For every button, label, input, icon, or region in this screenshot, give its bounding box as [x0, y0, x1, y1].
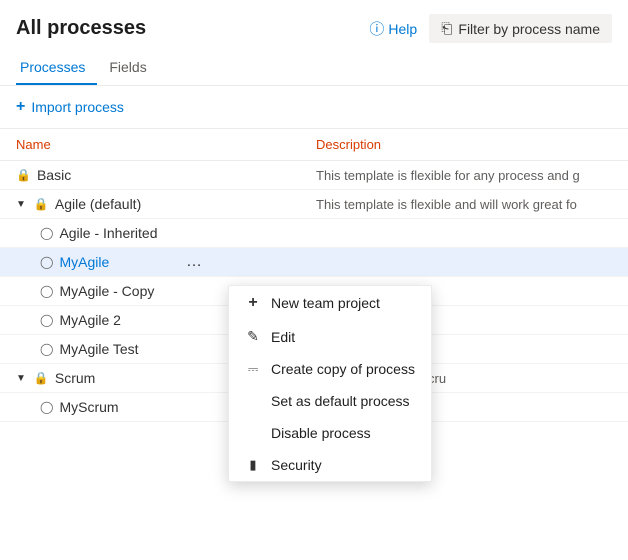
- process-name: MyAgile - Copy: [59, 283, 154, 299]
- process-name: MyAgile: [59, 254, 109, 270]
- page-header: All processes ⓘ Help ⎗ Filter by process…: [0, 0, 628, 51]
- menu-label: Disable process: [271, 425, 371, 441]
- menu-item-new-team-project[interactable]: + New team project: [229, 286, 431, 320]
- menu-label: Create copy of process: [271, 361, 415, 377]
- expand-icon[interactable]: ▼: [16, 373, 26, 384]
- col-description: Description: [316, 137, 612, 152]
- expand-icon[interactable]: ▼: [16, 199, 26, 210]
- process-name: MyAgile 2: [59, 312, 120, 328]
- toolbar: + Import process: [0, 86, 628, 129]
- ellipsis-button[interactable]: …: [180, 251, 210, 273]
- process-icon: ◯: [40, 400, 53, 414]
- process-name: Basic: [37, 167, 71, 183]
- page-title: All processes: [16, 17, 146, 40]
- process-desc: This template is flexible for any proces…: [316, 168, 612, 183]
- pencil-icon: ✎: [245, 328, 261, 345]
- shield-icon: ▮: [245, 457, 261, 473]
- menu-item-security[interactable]: ▮ Security: [229, 449, 431, 481]
- menu-label: Edit: [271, 329, 295, 345]
- context-menu: + New team project ✎ Edit ⎓ Create copy …: [228, 285, 432, 482]
- process-name: Scrum: [55, 370, 95, 386]
- import-process-button[interactable]: + Import process: [16, 94, 124, 120]
- table-row: 🔒 Basic This template is flexible for an…: [0, 161, 628, 190]
- menu-label: Set as default process: [271, 393, 410, 409]
- tab-fields[interactable]: Fields: [105, 51, 158, 85]
- process-name: MyAgile Test: [59, 341, 138, 357]
- lock-icon: 🔒: [34, 197, 49, 211]
- process-name: Agile (default): [55, 196, 141, 212]
- help-label: Help: [388, 21, 417, 37]
- menu-item-edit[interactable]: ✎ Edit: [229, 320, 431, 353]
- table-row: ◯ Agile - Inherited: [0, 219, 628, 248]
- help-icon: ⓘ: [369, 18, 384, 39]
- process-icon: ◯: [40, 342, 53, 356]
- menu-label: New team project: [271, 295, 380, 311]
- process-desc: This template is flexible and will work …: [316, 197, 612, 212]
- tab-processes[interactable]: Processes: [16, 51, 97, 85]
- process-name: Agile - Inherited: [59, 225, 157, 241]
- menu-item-create-copy[interactable]: ⎓ Create copy of process: [229, 353, 431, 385]
- row-name-agile-inherited: ◯ Agile - Inherited: [16, 225, 316, 241]
- tab-bar: Processes Fields: [0, 51, 628, 86]
- table-header: Name Description: [0, 129, 628, 161]
- row-name-agile: ▼ 🔒 Agile (default): [16, 196, 316, 212]
- menu-label: Security: [271, 457, 322, 473]
- plus-icon: +: [16, 98, 25, 116]
- filter-label: Filter by process name: [458, 21, 600, 37]
- process-icon: ◯: [40, 226, 53, 240]
- plus-icon: +: [245, 294, 261, 312]
- lock-icon: 🔒: [16, 168, 31, 182]
- row-name-basic: 🔒 Basic: [16, 167, 316, 183]
- process-icon: ◯: [40, 255, 53, 269]
- col-name: Name: [16, 137, 316, 152]
- copy-icon: ⎓: [245, 361, 261, 377]
- import-label: Import process: [31, 99, 124, 115]
- header-actions: ⓘ Help ⎗ Filter by process name: [369, 14, 612, 43]
- process-icon: ◯: [40, 284, 53, 298]
- menu-item-set-default[interactable]: Set as default process: [229, 385, 431, 417]
- process-icon: ◯: [40, 313, 53, 327]
- lock-icon: 🔒: [34, 371, 49, 385]
- filter-icon: ⎗: [441, 20, 452, 37]
- filter-button[interactable]: ⎗ Filter by process name: [429, 14, 612, 43]
- process-name: MyScrum: [59, 399, 118, 415]
- row-name-myagile: ◯ MyAgile: [16, 254, 316, 270]
- table-row: ◯ MyAgile …: [0, 248, 628, 277]
- table-row: ▼ 🔒 Agile (default) This template is fle…: [0, 190, 628, 219]
- help-link[interactable]: ⓘ Help: [369, 18, 417, 39]
- menu-item-disable[interactable]: Disable process: [229, 417, 431, 449]
